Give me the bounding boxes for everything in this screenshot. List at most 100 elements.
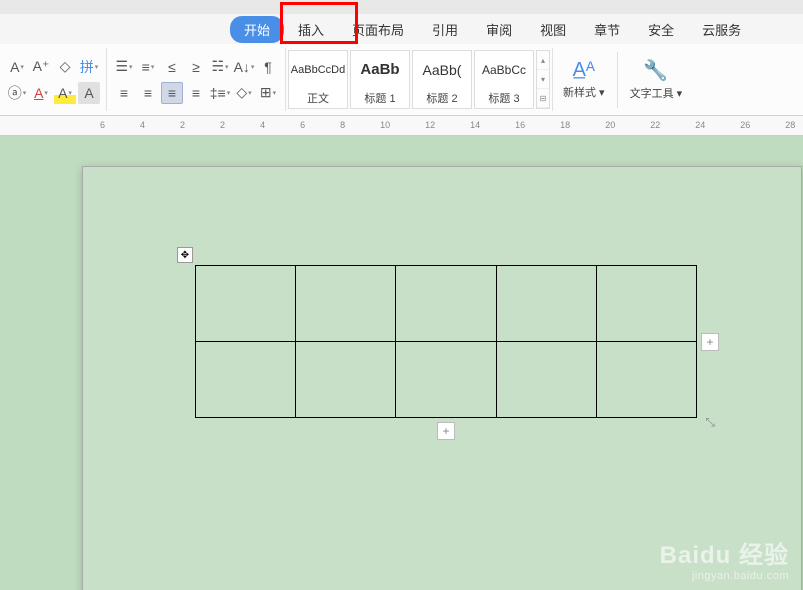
table-move-handle[interactable]: ✥ bbox=[177, 247, 193, 263]
align-left-btn[interactable]: ≡ bbox=[113, 82, 135, 104]
horizontal-ruler[interactable]: 6422468101214161820222426283032343638404… bbox=[0, 116, 803, 136]
table-cell[interactable] bbox=[296, 342, 396, 418]
style-normal[interactable]: AaBbCcDd 正文 bbox=[288, 50, 348, 109]
separator bbox=[617, 52, 618, 108]
style-name: 标题 2 bbox=[426, 88, 457, 108]
table-cell[interactable] bbox=[196, 266, 296, 342]
new-style-icon: A̲ᴬ bbox=[573, 59, 595, 82]
menu-start[interactable]: 开始 bbox=[230, 16, 284, 43]
style-name: 标题 1 bbox=[364, 88, 395, 108]
ruler-tick: 6 bbox=[300, 120, 305, 130]
style-preview: AaBbCc bbox=[482, 51, 526, 88]
align-distribute-btn[interactable]: ≡ bbox=[185, 82, 207, 104]
font-size-decrease[interactable]: A bbox=[6, 56, 28, 78]
new-style-label: 新样式 ▾ bbox=[563, 84, 605, 100]
ruler-tick: 16 bbox=[515, 120, 525, 130]
menu-bar: 开始 插入 页面布局 引用 审阅 视图 章节 安全 云服务 bbox=[0, 14, 803, 44]
number-list-btn[interactable]: ≡ bbox=[137, 56, 159, 78]
menu-page-layout[interactable]: 页面布局 bbox=[338, 16, 418, 43]
table-cell[interactable] bbox=[296, 266, 396, 342]
menu-cloud[interactable]: 云服务 bbox=[688, 16, 755, 43]
table-cell[interactable] bbox=[396, 342, 496, 418]
wrench-icon: 🔧 bbox=[643, 58, 668, 83]
font-group: A A⁺ ◇ 拼 ⓐ A A A bbox=[0, 48, 107, 111]
table-cell[interactable] bbox=[396, 266, 496, 342]
text-tools-label: 文字工具 ▾ bbox=[630, 85, 683, 101]
increase-indent-btn[interactable]: ≥ bbox=[185, 56, 207, 78]
bullet-list-btn[interactable]: ☰ bbox=[113, 56, 135, 78]
menu-security[interactable]: 安全 bbox=[634, 16, 688, 43]
clear-format-btn[interactable]: ◇ bbox=[54, 56, 76, 78]
styles-scroll-up[interactable]: ▴ bbox=[537, 51, 549, 70]
ruler-tick: 20 bbox=[605, 120, 615, 130]
watermark-main: Baidu 经验 bbox=[660, 535, 789, 570]
ruler-tick: 6 bbox=[100, 120, 105, 130]
menu-review[interactable]: 审阅 bbox=[472, 16, 526, 43]
align-center-btn[interactable]: ≡ bbox=[137, 82, 159, 104]
paragraph-group: ☰ ≡ ≤ ≥ ☵ A↓ ¶ ≡ ≡ ≡ ≡ ‡≡ ◇ ⊞ bbox=[107, 48, 286, 111]
asian-layout-btn[interactable]: ☵ bbox=[209, 56, 231, 78]
table-cell[interactable] bbox=[496, 266, 596, 342]
table-cell[interactable] bbox=[596, 266, 696, 342]
table-add-column-btn[interactable]: + bbox=[701, 333, 719, 351]
show-marks-btn[interactable]: ¶ bbox=[257, 56, 279, 78]
watermark: Baidu 经验 jingyan.baidu.com bbox=[660, 535, 789, 582]
table-cell[interactable] bbox=[196, 342, 296, 418]
ruler-tick: 18 bbox=[560, 120, 570, 130]
styles-group: AaBbCcDd 正文 AaBb 标题 1 AaBb( 标题 2 AaBbCc … bbox=[286, 48, 553, 111]
sort-btn[interactable]: A↓ bbox=[233, 56, 255, 78]
align-justify-btn[interactable]: ≡ bbox=[161, 82, 183, 104]
style-preview: AaBbCcDd bbox=[291, 51, 345, 88]
menu-view[interactable]: 视图 bbox=[526, 16, 580, 43]
style-preview: AaBb( bbox=[423, 51, 462, 88]
ruler-tick: 22 bbox=[650, 120, 660, 130]
table-row bbox=[196, 266, 697, 342]
table-cell[interactable] bbox=[596, 342, 696, 418]
style-heading1[interactable]: AaBb 标题 1 bbox=[350, 50, 410, 109]
table-cell[interactable] bbox=[496, 342, 596, 418]
highlight-color-btn[interactable]: A bbox=[54, 82, 76, 104]
style-preview: AaBb bbox=[360, 51, 399, 88]
decrease-indent-btn[interactable]: ≤ bbox=[161, 56, 183, 78]
table-add-row-btn[interactable]: + bbox=[437, 422, 455, 440]
styles-expand[interactable]: ⊟ bbox=[537, 89, 549, 108]
ruler-tick: 10 bbox=[380, 120, 390, 130]
document-page[interactable]: ✥ + + ⤡ bbox=[82, 166, 802, 590]
borders-btn[interactable]: ⊞ bbox=[257, 82, 279, 104]
ruler-tick: 26 bbox=[740, 120, 750, 130]
font-color-btn[interactable]: A bbox=[30, 82, 52, 104]
ribbon-toolbar: A A⁺ ◇ 拼 ⓐ A A A ☰ ≡ ≤ ≥ ☵ A↓ ¶ ≡ ≡ ≡ ≡ … bbox=[0, 44, 803, 116]
ruler-tick: 24 bbox=[695, 120, 705, 130]
new-style-btn[interactable]: A̲ᴬ 新样式 ▾ bbox=[553, 59, 615, 100]
watermark-sub: jingyan.baidu.com bbox=[660, 570, 789, 582]
font-effect-btn[interactable]: ⓐ bbox=[6, 82, 28, 104]
menu-insert[interactable]: 插入 bbox=[284, 16, 338, 43]
table-resize-handle[interactable]: ⤡ bbox=[705, 415, 715, 430]
ruler-tick: 28 bbox=[785, 120, 795, 130]
style-name: 标题 3 bbox=[488, 88, 519, 108]
ruler-tick: 12 bbox=[425, 120, 435, 130]
document-table[interactable] bbox=[195, 265, 697, 418]
ruler-tick: 14 bbox=[470, 120, 480, 130]
ruler-tick: 2 bbox=[220, 120, 225, 130]
ruler-tick: 2 bbox=[180, 120, 185, 130]
styles-scroll-down[interactable]: ▾ bbox=[537, 70, 549, 89]
phonetic-btn[interactable]: 拼 bbox=[78, 56, 100, 78]
menu-chapter[interactable]: 章节 bbox=[580, 16, 634, 43]
title-bar bbox=[0, 0, 803, 14]
document-canvas[interactable]: ✥ + + ⤡ bbox=[0, 136, 803, 590]
line-spacing-btn[interactable]: ‡≡ bbox=[209, 82, 231, 104]
table-row bbox=[196, 342, 697, 418]
char-shading-btn[interactable]: A bbox=[78, 82, 100, 104]
table-container: ✥ + + ⤡ bbox=[195, 265, 697, 418]
style-heading2[interactable]: AaBb( 标题 2 bbox=[412, 50, 472, 109]
superscript-btn[interactable]: A⁺ bbox=[30, 56, 52, 78]
ruler-tick: 4 bbox=[260, 120, 265, 130]
shading-btn[interactable]: ◇ bbox=[233, 82, 255, 104]
styles-scroll: ▴ ▾ ⊟ bbox=[536, 50, 550, 109]
style-heading3[interactable]: AaBbCc 标题 3 bbox=[474, 50, 534, 109]
text-tools-btn[interactable]: 🔧 文字工具 ▾ bbox=[620, 58, 693, 101]
ruler-tick: 4 bbox=[140, 120, 145, 130]
menu-reference[interactable]: 引用 bbox=[418, 16, 472, 43]
style-name: 正文 bbox=[307, 88, 329, 108]
